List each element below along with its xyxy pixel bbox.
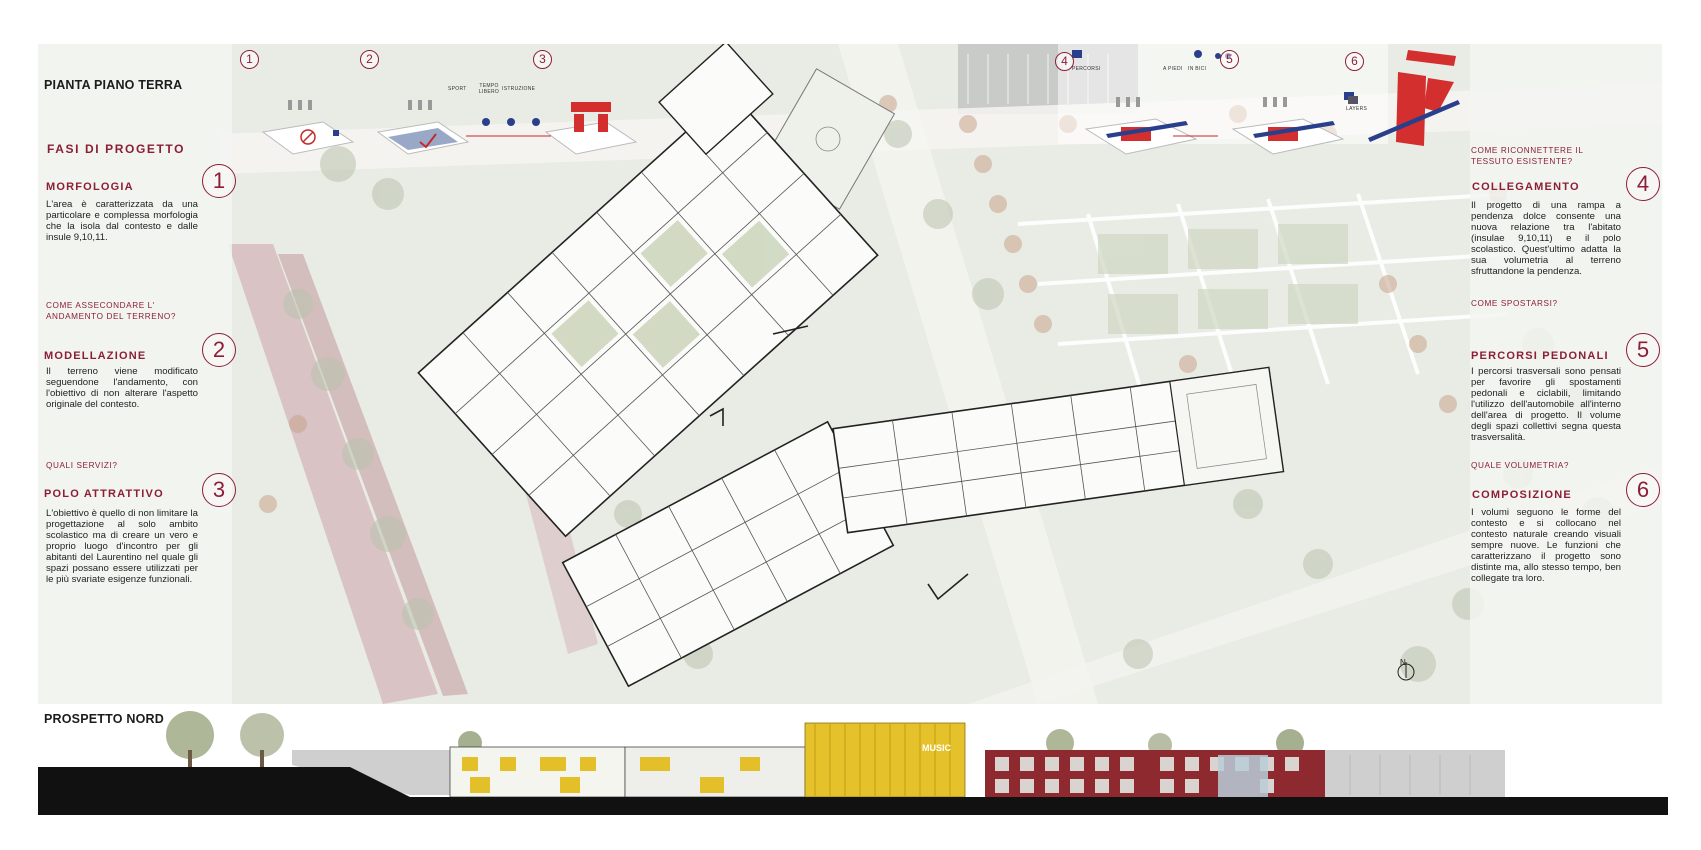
plan-title: PIANTA PIANO TERRA — [44, 78, 183, 92]
top-step-5: 5 — [1220, 50, 1239, 69]
label-istruzione: ISTRUZIONE — [502, 86, 536, 92]
north-elevation: MUSIC — [0, 705, 1701, 850]
step-6-body: I volumi seguono le forme del contesto e… — [1471, 507, 1621, 584]
north-elevation-drawing: MUSIC — [38, 711, 1668, 815]
step-4-question: COME RICONNETTERE IL TESSUTO ESISTENTE? — [1471, 146, 1584, 166]
label-sport: SPORT — [448, 86, 467, 92]
elevation-wall-right — [1325, 750, 1505, 797]
step-5-question: COME SPOSTARSI? — [1471, 299, 1558, 308]
elevation-music-hall — [804, 722, 966, 798]
step-3-badge: 3 — [202, 473, 236, 507]
step-3-question: QUALI SERVIZI? — [46, 461, 118, 470]
step-1-heading: MORFOLOGIA — [46, 181, 134, 193]
label-tempo-libero: TEMPO LIBERO — [478, 83, 500, 95]
label-layers: LAYERS — [1346, 106, 1368, 112]
step-6-heading: COMPOSIZIONE — [1472, 489, 1572, 501]
south-building-east — [832, 366, 1285, 534]
ramp-path — [228, 244, 438, 704]
step-2-question: COME ASSECONDARE L' ANDAMENTO DEL TERREN… — [46, 301, 176, 321]
top-step-6: 6 — [1345, 52, 1364, 71]
music-sign: MUSIC — [922, 743, 952, 753]
label-a-piedi: A PIEDI — [1163, 66, 1183, 72]
step-4-badge: 4 — [1626, 167, 1660, 201]
top-step-3: 3 — [533, 50, 552, 69]
step-1-badge: 1 — [202, 164, 236, 198]
step-4-body: Il progetto di una rampa a pendenza dolc… — [1471, 200, 1621, 277]
site-plan — [38, 44, 1662, 704]
step-3-heading: POLO ATTRATTIVO — [44, 488, 164, 500]
step-2-body: Il terreno viene modificato seguendone l… — [46, 366, 198, 410]
top-step-2: 2 — [360, 50, 379, 69]
step-5-body: I percorsi trasversali sono pensati per … — [1471, 366, 1621, 443]
step-3-body: L'obiettivo è quello di non limitare la … — [46, 508, 198, 585]
step-5-heading: PERCORSI PEDONALI — [1471, 350, 1609, 362]
top-step-1: 1 — [240, 50, 259, 69]
presentation-board: PIANTA PIANO TERRA FASI DI PROGETTO 1 2 … — [0, 0, 1701, 850]
top-diagrams-right — [1058, 44, 1460, 155]
step-2-heading: MODELLAZIONE — [44, 350, 147, 362]
step-6-question: QUALE VOLUMETRIA? — [1471, 461, 1570, 470]
elevation-glass-block — [1218, 755, 1268, 797]
step-1-body: L'area è caratterizzata da una particola… — [46, 199, 198, 243]
label-percorsi: PERCORSI — [1072, 66, 1101, 72]
step-4-heading: COLLEGAMENTO — [1472, 181, 1580, 193]
step-2-badge: 2 — [202, 333, 236, 367]
site-plan-drawing — [218, 44, 1662, 704]
phases-title: FASI DI PROGETTO — [47, 142, 186, 156]
north-label: N — [1400, 658, 1406, 667]
label-in-bici: IN BICI — [1188, 66, 1207, 72]
step-5-badge: 5 — [1626, 333, 1660, 367]
step-6-badge: 6 — [1626, 473, 1660, 507]
